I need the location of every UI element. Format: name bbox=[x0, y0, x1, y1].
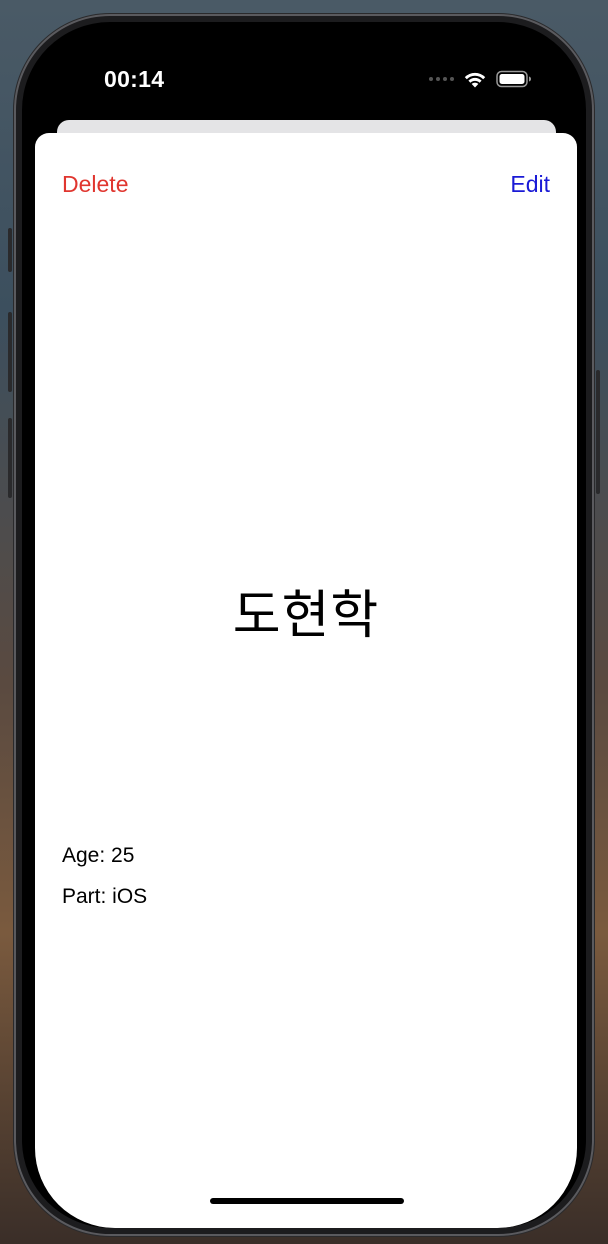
status-icons bbox=[429, 70, 532, 88]
cellular-signal-icon bbox=[429, 77, 454, 81]
volume-down-button bbox=[8, 418, 12, 498]
member-name: 도현학 bbox=[232, 587, 380, 645]
delete-button[interactable]: Delete bbox=[62, 171, 128, 198]
part-label: Part: iOS bbox=[62, 885, 148, 908]
power-button bbox=[596, 370, 600, 494]
battery-icon bbox=[496, 70, 531, 88]
status-time: 00:14 bbox=[104, 66, 165, 92]
age-label: Age: 25 bbox=[62, 844, 135, 867]
detail-sheet: Delete Edit 도현학 Age: 25 Part: iOS bbox=[35, 133, 577, 1228]
device-screen: 00:14 Delete Edit 도현학 Age: 25 Part: iOS bbox=[22, 22, 586, 1228]
edit-button[interactable]: Edit bbox=[510, 171, 550, 198]
silent-switch bbox=[8, 228, 12, 272]
wifi-icon bbox=[464, 72, 486, 88]
home-indicator[interactable] bbox=[210, 1198, 404, 1204]
volume-up-button bbox=[8, 312, 12, 392]
